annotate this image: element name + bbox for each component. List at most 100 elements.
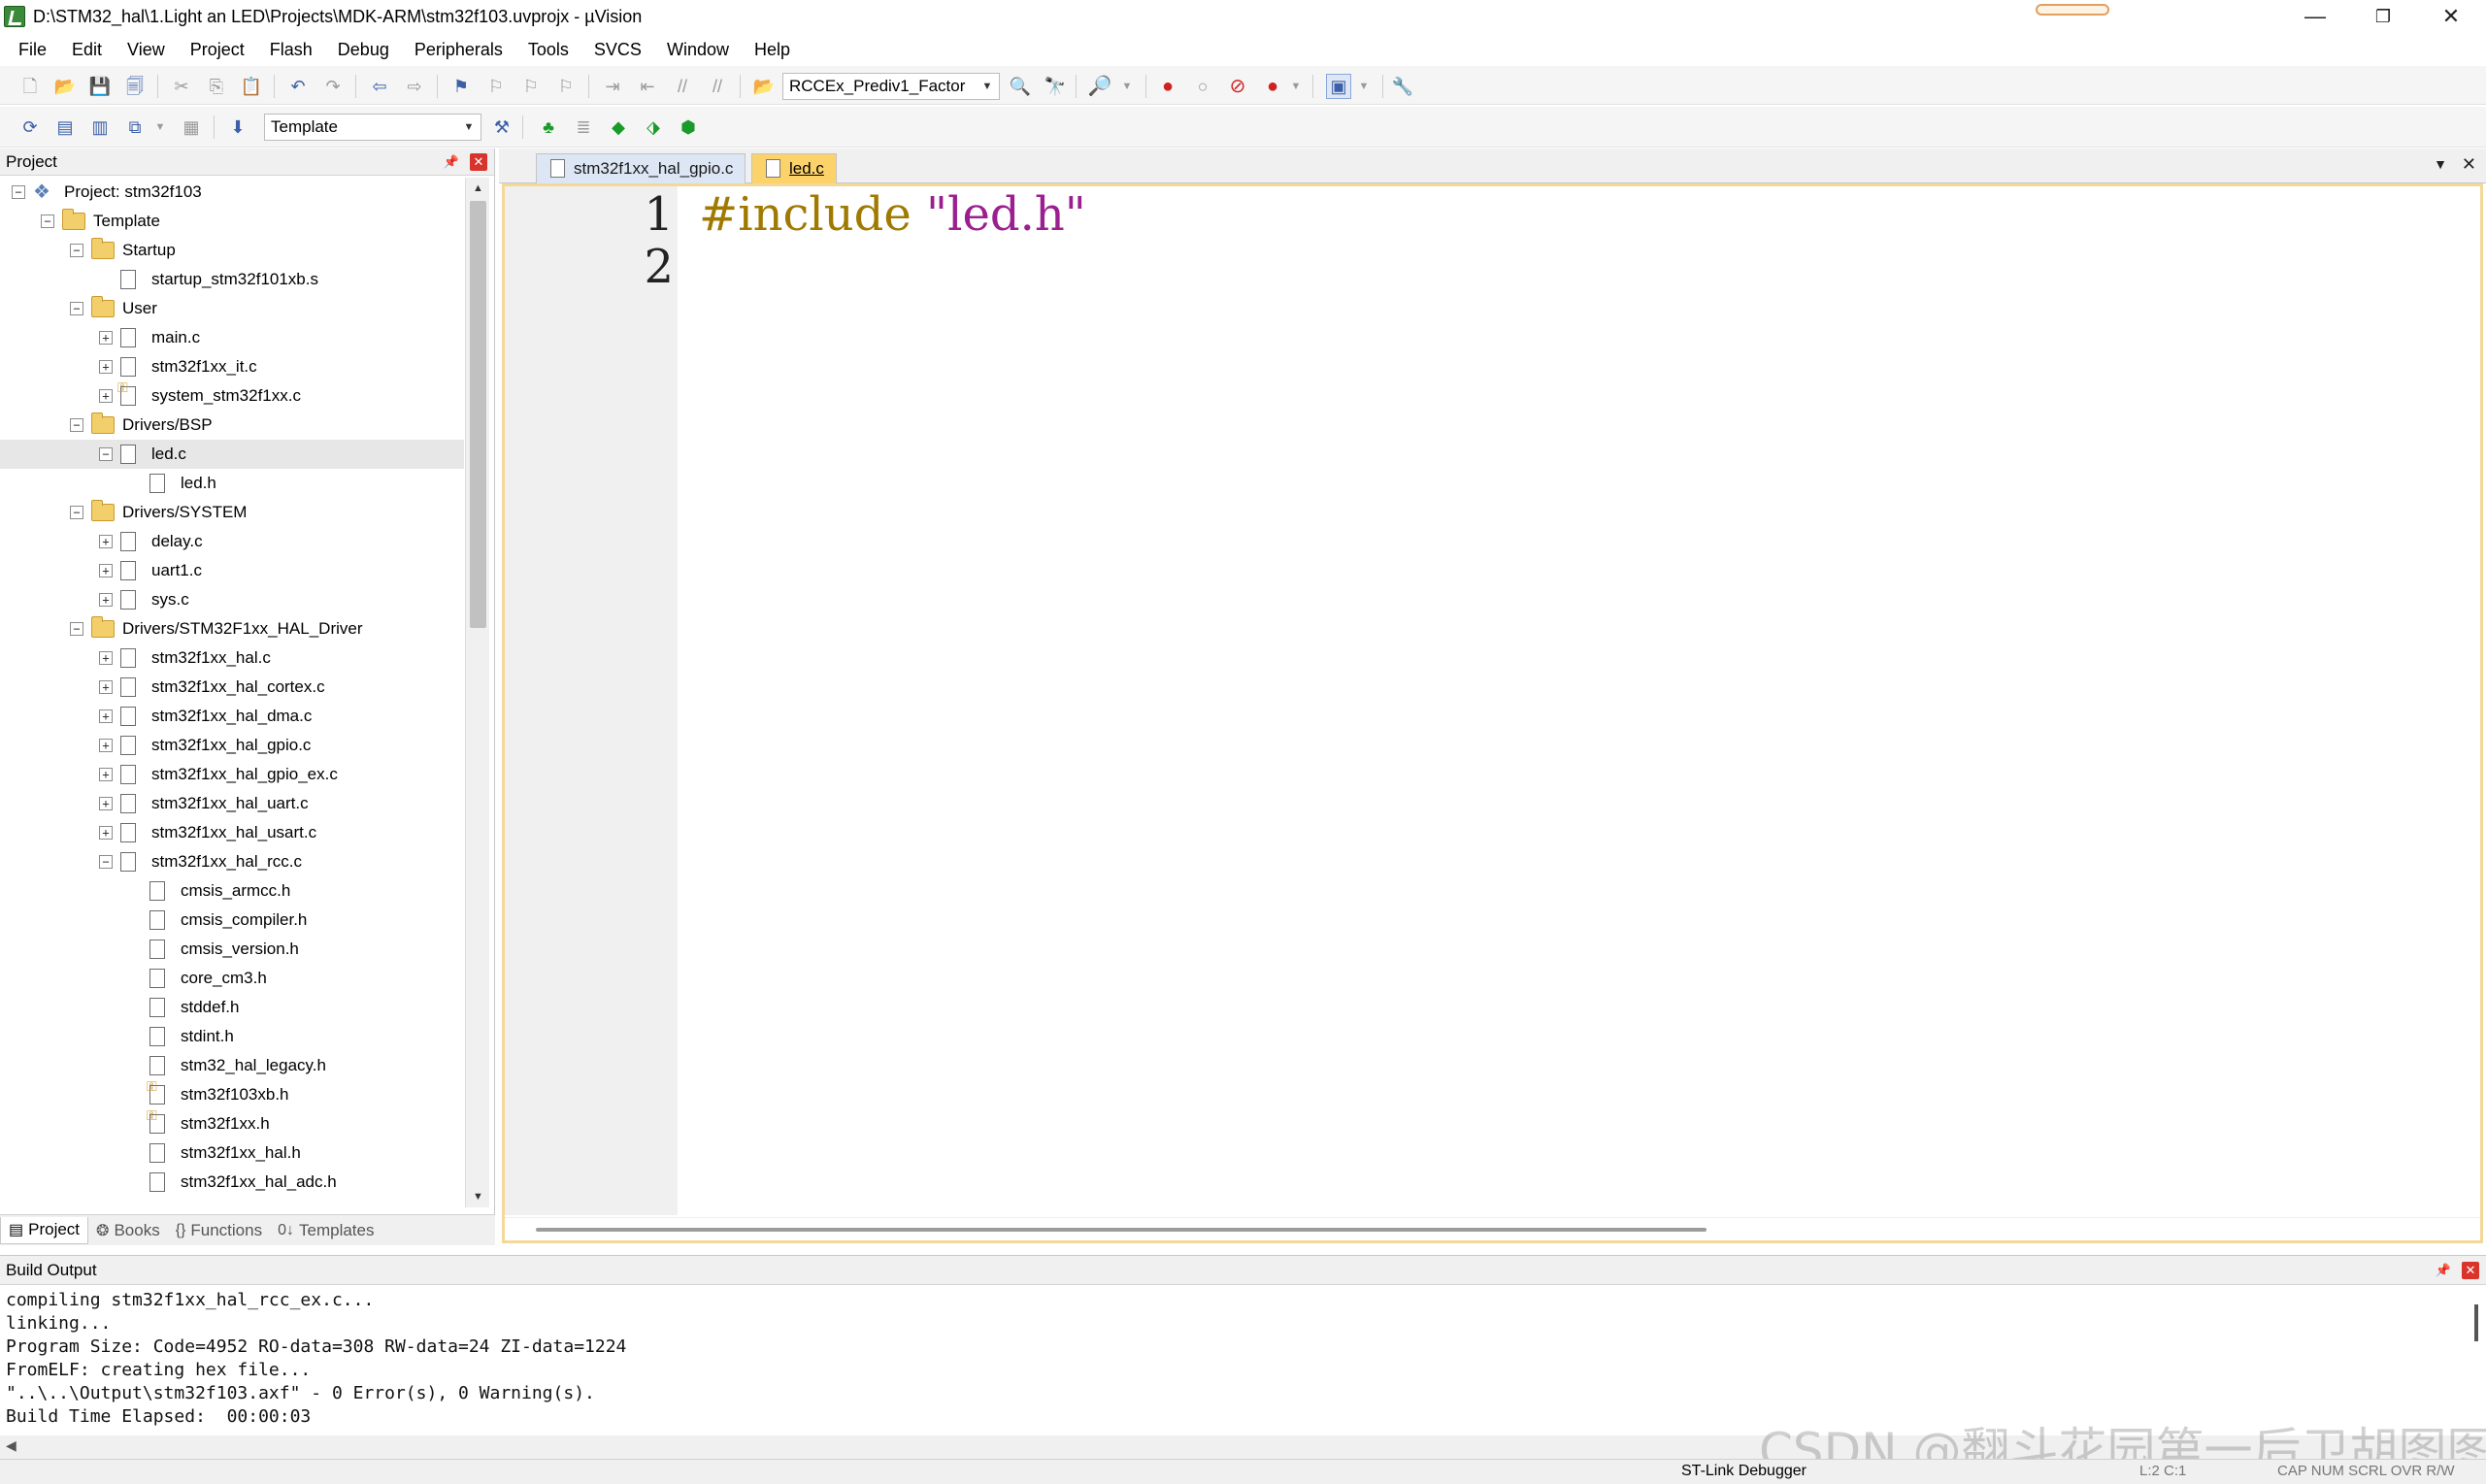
pack-installer-icon[interactable]: ⬗ [641,115,666,140]
unindent-icon[interactable]: ⇤ [635,74,660,99]
chevron-down-icon[interactable]: ▼ [1114,74,1140,99]
cut-icon[interactable]: ✂ [169,74,194,99]
copy-icon[interactable]: ⎘ [204,74,229,99]
tab-list-chevron-icon[interactable]: ▼ [2434,156,2447,172]
scroll-down-icon[interactable]: ▼ [466,1186,490,1207]
tree-item[interactable]: cmsis_armcc.h [0,876,464,906]
find-icon[interactable]: 🔍 [1008,74,1033,99]
configure-icon[interactable]: 🔧 [1390,74,1415,99]
tree-item[interactable]: − led.c [0,440,464,469]
tree-item[interactable]: − Drivers/SYSTEM [0,498,464,527]
target-combo[interactable]: Template ▼ [264,114,481,141]
stop-build-icon[interactable]: ▦ [179,115,204,140]
find-in-files-icon[interactable]: 📂 [751,74,777,99]
find-combo[interactable]: RCCEx_Prediv1_Factor ▼ [782,73,1000,100]
expand-icon[interactable]: + [99,797,113,810]
tree-item[interactable]: − Template [0,207,464,236]
batch-build-icon[interactable]: ⧉ [122,115,148,140]
tree-item[interactable]: + main.c [0,323,464,352]
chevron-down-icon[interactable]: ▼ [148,115,173,140]
chevron-down-icon[interactable]: ▼ [1283,74,1309,99]
tree-item[interactable]: cmsis_compiler.h [0,906,464,935]
rebuild-icon[interactable]: ▥ [87,115,113,140]
open-file-icon[interactable]: 📂 [52,74,78,99]
download-icon[interactable]: ⬇ [225,115,250,140]
save-icon[interactable]: 💾 [87,74,113,99]
insert-bookmark-icon[interactable]: ⚑ [448,74,474,99]
window-layout-icon[interactable]: ▣ [1326,74,1351,99]
tree-item[interactable]: cmsis_version.h [0,935,464,964]
expand-icon[interactable]: + [99,651,113,665]
scroll-up-icon[interactable]: ▲ [466,178,490,199]
menu-help[interactable]: Help [742,40,803,60]
expand-icon[interactable]: + [99,826,113,840]
disable-breakpoints-icon[interactable]: ⊘ [1225,74,1250,99]
navigate-back-icon[interactable]: ⇦ [367,74,392,99]
expand-icon[interactable]: + [99,739,113,752]
collapse-icon[interactable]: − [70,622,83,636]
expand-icon[interactable]: + [99,768,113,781]
scroll-left-icon[interactable]: ◀ [6,1437,17,1454]
pin-icon[interactable]: 📌 [443,153,460,171]
collapse-icon[interactable]: − [99,855,113,869]
build-output-horizontal-scrollbar[interactable]: ◀ [0,1435,2486,1459]
tree-item[interactable]: + stm32f1xx_hal_usart.c [0,818,464,847]
run-time-environment-icon[interactable]: ⬢ [676,115,701,140]
chevron-down-icon[interactable]: ▼ [1351,74,1376,99]
new-file-icon[interactable]: 🗋 [17,74,43,99]
expand-icon[interactable]: + [99,535,113,548]
navigate-forward-icon[interactable]: ⇨ [402,74,427,99]
tab-led-c[interactable]: led.c [751,153,837,183]
expand-icon[interactable]: + [99,680,113,694]
menu-flash[interactable]: Flash [257,40,325,60]
tree-item[interactable]: stdint.h [0,1022,464,1051]
tree-item[interactable]: core_cm3.h [0,964,464,993]
tree-item[interactable]: + stm32f1xx_hal.c [0,643,464,673]
previous-bookmark-icon[interactable]: ⚐ [483,74,509,99]
tree-item[interactable]: + stm32f1xx_hal_gpio_ex.c [0,760,464,789]
tab-templates[interactable]: 0↓ Templates [270,1217,381,1244]
expand-icon[interactable]: + [99,564,113,577]
collapse-icon[interactable]: − [41,214,54,228]
code-line[interactable]: #include "led.h" [699,188,1086,241]
close-pane-button[interactable]: ✕ [470,153,487,171]
menu-svcs[interactable]: SVCS [581,40,654,60]
minimize-button[interactable]: — [2281,0,2349,33]
collapse-icon[interactable]: − [99,447,113,461]
tree-item[interactable]: + stm32f1xx_it.c [0,352,464,381]
collapse-icon[interactable]: − [70,302,83,315]
menu-project[interactable]: Project [178,40,257,60]
tree-item[interactable]: stm32f103xb.h [0,1078,464,1109]
restore-button[interactable]: ❐ [2349,0,2417,33]
tree-item[interactable]: − Drivers/BSP [0,411,464,440]
debug-session-icon[interactable]: 🔎 [1087,74,1112,99]
code-editor[interactable]: 1 2 #include "led.h" [502,183,2483,1243]
tree-item[interactable]: stddef.h [0,993,464,1022]
tree-item[interactable]: + delay.c [0,527,464,556]
tree-item[interactable]: − Drivers/STM32F1xx_HAL_Driver [0,614,464,643]
build-icon[interactable]: ▤ [52,115,78,140]
tree-item[interactable]: stm32_hal_legacy.h [0,1051,464,1080]
tree-item[interactable]: stm32f1xx_hal.h [0,1138,464,1168]
tree-item[interactable]: − Startup [0,236,464,265]
options-for-target-icon[interactable]: ⚒ [489,115,514,140]
indent-icon[interactable]: ⇥ [600,74,625,99]
build-output-scrollbar[interactable] [2474,1304,2478,1341]
tree-item[interactable]: + system_stm32f1xx.c [0,379,464,411]
comment-icon[interactable]: // [670,74,695,99]
collapse-icon[interactable]: − [70,418,83,432]
expand-icon[interactable]: + [99,331,113,345]
manage-rte-icon[interactable]: ◆ [606,115,631,140]
tab-project[interactable]: ▤ Project [0,1216,89,1244]
tree-item[interactable]: − Project: stm32f103 [0,178,464,207]
expand-icon[interactable]: + [99,360,113,374]
expand-icon[interactable]: + [99,389,113,403]
close-pane-button[interactable]: ✕ [2462,1262,2479,1279]
project-tree-scrollbar[interactable]: ▲ ▼ [465,178,489,1207]
tree-item[interactable]: + uart1.c [0,556,464,585]
tree-item[interactable]: stm32f1xx.h [0,1107,464,1138]
close-tab-icon[interactable]: ✕ [2462,154,2476,175]
clear-bookmarks-icon[interactable]: ⚐ [553,74,579,99]
tab-functions[interactable]: {} Functions [168,1217,270,1244]
kill-breakpoints-icon[interactable]: ● [1260,74,1285,99]
